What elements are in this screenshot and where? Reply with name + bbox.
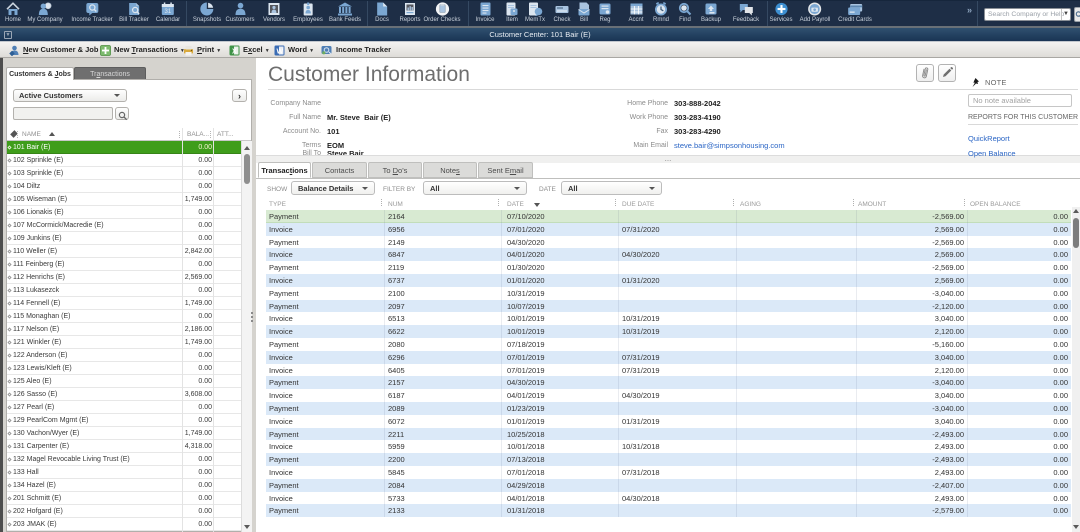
svg-text:31: 31 [165, 9, 172, 15]
svg-text:W: W [277, 49, 284, 56]
svg-text:X: X [232, 49, 237, 56]
